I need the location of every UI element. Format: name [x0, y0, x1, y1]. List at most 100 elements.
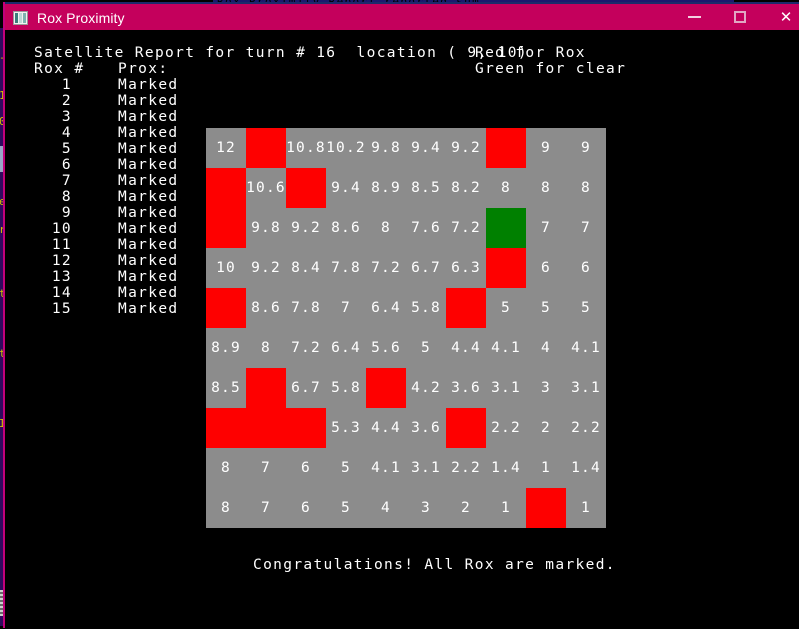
grid-cell-10-10[interactable]: 1 [566, 488, 606, 528]
grid-cell-7-7[interactable]: 3.6 [446, 368, 486, 408]
maximize-button[interactable] [717, 4, 763, 30]
grid-cell-10-7[interactable]: 2 [446, 488, 486, 528]
grid-cell-1-9[interactable]: 9 [526, 128, 566, 168]
grid-cell-8-4[interactable]: 5.3 [326, 408, 366, 448]
grid-cell-2-2[interactable]: 10.6 [246, 168, 286, 208]
grid-cell-2-5[interactable]: 8.9 [366, 168, 406, 208]
grid-cell-8-9[interactable]: 2 [526, 408, 566, 448]
grid-cell-7-6[interactable]: 4.2 [406, 368, 446, 408]
grid-cell-1-4[interactable]: 10.2 [326, 128, 366, 168]
grid-cell-1-6[interactable]: 9.4 [406, 128, 446, 168]
grid-cell-10-1[interactable]: 8 [206, 488, 246, 528]
grid-cell-9-6[interactable]: 3.1 [406, 448, 446, 488]
grid-cell-9-3[interactable]: 6 [286, 448, 326, 488]
grid-cell-8-2[interactable] [246, 408, 286, 448]
grid-cell-3-3[interactable]: 9.2 [286, 208, 326, 248]
grid-cell-6-6[interactable]: 5 [406, 328, 446, 368]
grid-cell-4-9[interactable]: 6 [526, 248, 566, 288]
grid-cell-2-9[interactable]: 8 [526, 168, 566, 208]
grid-cell-10-5[interactable]: 4 [366, 488, 406, 528]
grid-cell-3-4[interactable]: 8.6 [326, 208, 366, 248]
grid-cell-7-10[interactable]: 3.1 [566, 368, 606, 408]
grid-cell-9-2[interactable]: 7 [246, 448, 286, 488]
grid-cell-1-8[interactable] [486, 128, 526, 168]
grid-cell-6-1[interactable]: 8.9 [206, 328, 246, 368]
grid-cell-4-6[interactable]: 6.7 [406, 248, 446, 288]
grid-cell-10-4[interactable]: 5 [326, 488, 366, 528]
grid-cell-4-7[interactable]: 6.3 [446, 248, 486, 288]
grid-cell-9-8[interactable]: 1.4 [486, 448, 526, 488]
grid-cell-1-5[interactable]: 9.8 [366, 128, 406, 168]
grid-cell-2-6[interactable]: 8.5 [406, 168, 446, 208]
grid-cell-10-6[interactable]: 3 [406, 488, 446, 528]
grid-cell-10-3[interactable]: 6 [286, 488, 326, 528]
grid-cell-2-7[interactable]: 8.2 [446, 168, 486, 208]
grid-cell-10-8[interactable]: 1 [486, 488, 526, 528]
grid-cell-2-4[interactable]: 9.4 [326, 168, 366, 208]
grid-cell-2-3[interactable] [286, 168, 326, 208]
grid-cell-7-5[interactable] [366, 368, 406, 408]
grid-cell-7-9[interactable]: 3 [526, 368, 566, 408]
grid-cell-9-4[interactable]: 5 [326, 448, 366, 488]
grid-cell-6-4[interactable]: 6.4 [326, 328, 366, 368]
grid-cell-10-2[interactable]: 7 [246, 488, 286, 528]
grid-cell-5-9[interactable]: 5 [526, 288, 566, 328]
grid-cell-1-10[interactable]: 9 [566, 128, 606, 168]
grid-cell-10-9[interactable] [526, 488, 566, 528]
grid-cell-6-3[interactable]: 7.2 [286, 328, 326, 368]
grid-cell-7-3[interactable]: 6.7 [286, 368, 326, 408]
grid-cell-6-9[interactable]: 4 [526, 328, 566, 368]
grid-cell-4-3[interactable]: 8.4 [286, 248, 326, 288]
grid-cell-5-1[interactable] [206, 288, 246, 328]
grid-cell-5-10[interactable]: 5 [566, 288, 606, 328]
grid-cell-5-5[interactable]: 6.4 [366, 288, 406, 328]
title-bar[interactable]: Rox Proximity ✕ [5, 2, 799, 30]
close-button[interactable]: ✕ [763, 4, 799, 30]
grid-cell-3-7[interactable]: 7.2 [446, 208, 486, 248]
grid-cell-6-5[interactable]: 5.6 [366, 328, 406, 368]
grid-cell-9-10[interactable]: 1.4 [566, 448, 606, 488]
grid-cell-1-1[interactable]: 12 [206, 128, 246, 168]
grid-cell-1-2[interactable] [246, 128, 286, 168]
grid-cell-4-1[interactable]: 10 [206, 248, 246, 288]
grid-cell-5-4[interactable]: 7 [326, 288, 366, 328]
grid-cell-3-10[interactable]: 7 [566, 208, 606, 248]
grid-cell-8-8[interactable]: 2.2 [486, 408, 526, 448]
grid-cell-5-8[interactable]: 5 [486, 288, 526, 328]
grid-cell-8-5[interactable]: 4.4 [366, 408, 406, 448]
grid-cell-8-7[interactable] [446, 408, 486, 448]
grid-cell-1-7[interactable]: 9.2 [446, 128, 486, 168]
grid-cell-5-2[interactable]: 8.6 [246, 288, 286, 328]
grid-cell-3-8[interactable] [486, 208, 526, 248]
grid-cell-7-4[interactable]: 5.8 [326, 368, 366, 408]
grid-cell-7-8[interactable]: 3.1 [486, 368, 526, 408]
grid-cell-9-5[interactable]: 4.1 [366, 448, 406, 488]
grid-cell-1-3[interactable]: 10.8 [286, 128, 326, 168]
grid-cell-3-2[interactable]: 9.8 [246, 208, 286, 248]
grid-cell-3-6[interactable]: 7.6 [406, 208, 446, 248]
proximity-grid[interactable]: 12 10.8 10.2 9.8 9.4 9.2 9 9 10.6 9.4 8.9 8.5 8.2 8 8 8… [206, 128, 606, 528]
grid-cell-4-2[interactable]: 9.2 [246, 248, 286, 288]
grid-cell-3-9[interactable]: 7 [526, 208, 566, 248]
grid-cell-9-9[interactable]: 1 [526, 448, 566, 488]
grid-cell-6-10[interactable]: 4.1 [566, 328, 606, 368]
grid-cell-3-5[interactable]: 8 [366, 208, 406, 248]
grid-cell-5-6[interactable]: 5.8 [406, 288, 446, 328]
grid-cell-2-1[interactable] [206, 168, 246, 208]
grid-cell-2-10[interactable]: 8 [566, 168, 606, 208]
grid-cell-8-6[interactable]: 3.6 [406, 408, 446, 448]
grid-cell-7-1[interactable]: 8.5 [206, 368, 246, 408]
grid-cell-8-3[interactable] [286, 408, 326, 448]
grid-cell-8-1[interactable] [206, 408, 246, 448]
grid-cell-3-1[interactable] [206, 208, 246, 248]
grid-cell-4-4[interactable]: 7.8 [326, 248, 366, 288]
grid-cell-4-10[interactable]: 6 [566, 248, 606, 288]
grid-cell-4-5[interactable]: 7.2 [366, 248, 406, 288]
grid-cell-6-2[interactable]: 8 [246, 328, 286, 368]
grid-cell-9-7[interactable]: 2.2 [446, 448, 486, 488]
grid-cell-8-10[interactable]: 2.2 [566, 408, 606, 448]
grid-cell-5-7[interactable] [446, 288, 486, 328]
grid-cell-9-1[interactable]: 8 [206, 448, 246, 488]
grid-cell-2-8[interactable]: 8 [486, 168, 526, 208]
grid-cell-7-2[interactable] [246, 368, 286, 408]
